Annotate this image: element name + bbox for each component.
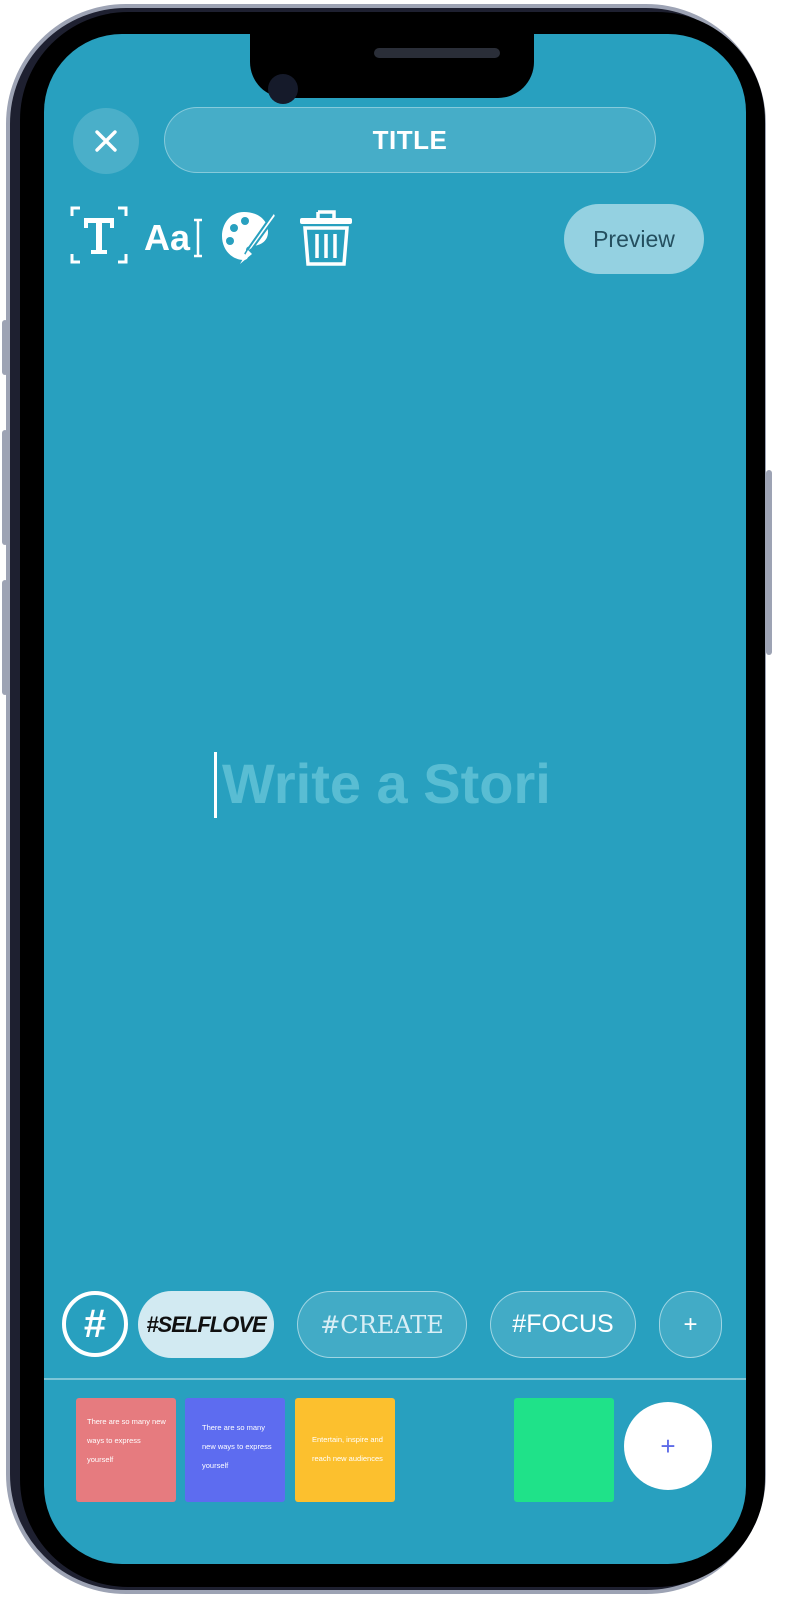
template-text: There are so many new ways to express yo… xyxy=(202,1423,272,1470)
font-size-icon: Aa xyxy=(144,217,202,258)
story-text-input[interactable]: Write a Stori xyxy=(222,751,551,816)
plus-icon: + xyxy=(660,1430,676,1461)
hashtag-label: #SELFLOVE xyxy=(146,1311,266,1337)
template-tile[interactable]: There are so many new ways to express yo… xyxy=(76,1398,176,1502)
divider xyxy=(44,1378,746,1380)
close-icon xyxy=(95,130,117,152)
template-tile[interactable] xyxy=(514,1398,614,1502)
phone-side-button xyxy=(2,430,8,545)
preview-button[interactable]: Preview xyxy=(564,204,704,274)
hashtag-chip-selflove[interactable]: #SELFLOVE xyxy=(138,1291,274,1358)
text-frame-icon xyxy=(70,206,128,264)
add-template-button[interactable]: + xyxy=(624,1402,712,1490)
screen: TITLE Aa Preview Write a Stori # #SELFLO… xyxy=(44,34,746,1564)
hashtag-chip-focus[interactable]: #FOCUS xyxy=(490,1291,636,1358)
hash-icon: # xyxy=(83,1301,107,1346)
text-style-button[interactable] xyxy=(70,206,128,264)
speaker-grille xyxy=(374,48,500,58)
text-cursor xyxy=(214,752,217,818)
hashtag-label: #FOCUS xyxy=(512,1310,614,1338)
phone-side-button xyxy=(2,320,8,375)
svg-text:Aa: Aa xyxy=(144,217,191,258)
phone-side-button xyxy=(2,580,8,695)
plus-icon: + xyxy=(683,1310,698,1338)
add-hashtag-button[interactable]: + xyxy=(659,1291,722,1358)
title-field[interactable]: TITLE xyxy=(164,107,656,173)
front-camera xyxy=(268,74,298,104)
delete-button[interactable] xyxy=(298,206,354,268)
title-label: TITLE xyxy=(372,124,448,155)
close-button[interactable] xyxy=(73,108,139,174)
template-text: Entertain, inspire and reach new audienc… xyxy=(312,1435,383,1463)
palette-icon xyxy=(222,210,278,264)
hashtag-label: #CREATE xyxy=(320,1310,444,1339)
hashtag-chip-create[interactable]: #CREATE xyxy=(297,1291,467,1358)
template-tile[interactable]: There are so many new ways to express yo… xyxy=(185,1398,285,1502)
font-size-button[interactable]: Aa xyxy=(144,206,206,264)
template-tile[interactable]: Entertain, inspire and reach new audienc… xyxy=(295,1398,395,1502)
color-palette-button[interactable] xyxy=(218,206,278,268)
phone-side-button xyxy=(766,470,772,655)
trash-icon xyxy=(300,210,352,266)
hashtag-button[interactable]: # xyxy=(62,1291,128,1357)
preview-label: Preview xyxy=(593,225,675,252)
template-text: There are so many new ways to express yo… xyxy=(87,1417,166,1464)
